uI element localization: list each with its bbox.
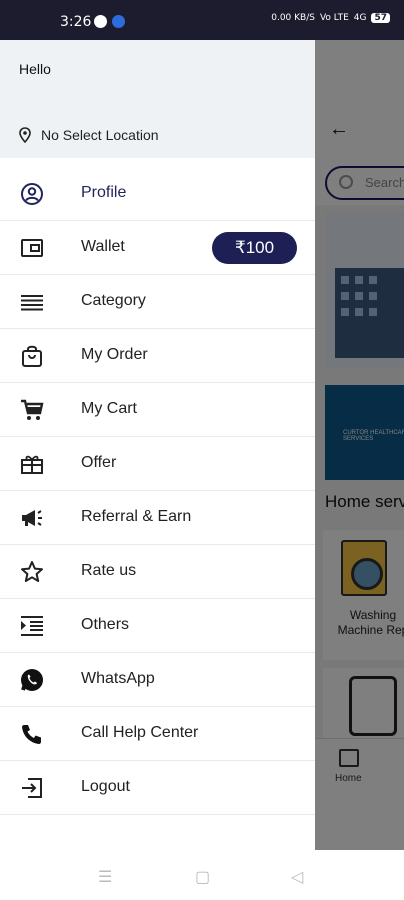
menu-item-my-order[interactable]: My Order bbox=[0, 329, 315, 383]
menu-item-logout[interactable]: Logout bbox=[0, 761, 315, 815]
status-bar: 3:26 0.00 KB/S Vo LTE 4G 57 bbox=[0, 0, 404, 40]
network-type: 4G bbox=[353, 13, 367, 23]
logout-icon bbox=[19, 776, 45, 800]
menu-label: Offer bbox=[81, 454, 117, 471]
menu-label: Rate us bbox=[81, 562, 137, 579]
menu-item-profile[interactable]: Profile bbox=[0, 167, 315, 221]
whatsapp-notification-icon bbox=[94, 15, 107, 28]
drawer-header: Hello No Select Location bbox=[0, 40, 315, 158]
menu-item-whatsapp[interactable]: WhatsApp bbox=[0, 653, 315, 707]
wallet-balance-badge: ₹100 bbox=[212, 232, 297, 264]
home-icon[interactable]: ▢ bbox=[195, 867, 210, 887]
menu-label: Category bbox=[81, 292, 146, 309]
menu-item-rate-us[interactable]: Rate us bbox=[0, 545, 315, 599]
menu-label: Others bbox=[81, 616, 130, 633]
status-icons: 0.00 KB/S Vo LTE 4G 57 bbox=[271, 13, 390, 23]
menu-label: Wallet bbox=[81, 238, 125, 255]
location-selector[interactable]: No Select Location bbox=[19, 127, 159, 143]
wallet-icon bbox=[19, 236, 45, 260]
system-navigation-bar: ☰ ▢ ◁ bbox=[0, 850, 404, 900]
menu-label: My Order bbox=[81, 346, 148, 363]
greeting: Hello bbox=[19, 61, 51, 77]
bluetooth-icon bbox=[112, 15, 125, 28]
location-pin-icon bbox=[19, 127, 31, 143]
recent-apps-icon[interactable]: ☰ bbox=[98, 867, 112, 887]
cart-icon bbox=[19, 398, 45, 422]
gift-icon bbox=[19, 452, 45, 476]
menu-label: Call Help Center bbox=[81, 724, 199, 741]
star-icon bbox=[19, 560, 45, 584]
menu-label: Referral & Earn bbox=[81, 508, 192, 525]
phone-icon bbox=[19, 722, 45, 746]
status-time: 3:26 bbox=[60, 14, 92, 30]
menu-label: Logout bbox=[81, 778, 130, 795]
menu-item-category[interactable]: Category bbox=[0, 275, 315, 329]
menu-item-referral[interactable]: Referral & Earn bbox=[0, 491, 315, 545]
navigation-drawer: Hello No Select Location Profile Wallet … bbox=[0, 40, 315, 850]
battery-icon: 57 bbox=[371, 13, 390, 23]
drawer-scrim[interactable] bbox=[315, 40, 404, 850]
menu-item-my-cart[interactable]: My Cart bbox=[0, 383, 315, 437]
menu-item-wallet[interactable]: Wallet ₹100 bbox=[0, 221, 315, 275]
menu-item-call-help[interactable]: Call Help Center bbox=[0, 707, 315, 761]
menu-item-offer[interactable]: Offer bbox=[0, 437, 315, 491]
megaphone-icon bbox=[19, 506, 45, 530]
volte-label: Vo LTE bbox=[319, 13, 349, 23]
menu-label: My Cart bbox=[81, 400, 137, 417]
indent-icon bbox=[19, 614, 45, 638]
back-icon[interactable]: ◁ bbox=[291, 867, 303, 887]
whatsapp-icon bbox=[19, 668, 45, 692]
menu-label: Profile bbox=[81, 184, 127, 201]
shopping-bag-icon bbox=[19, 344, 45, 368]
network-speed: 0.00 KB/S bbox=[271, 13, 315, 23]
profile-icon bbox=[19, 182, 45, 206]
menu-label: WhatsApp bbox=[81, 670, 155, 687]
menu-lines-icon bbox=[19, 290, 45, 314]
menu-item-others[interactable]: Others bbox=[0, 599, 315, 653]
